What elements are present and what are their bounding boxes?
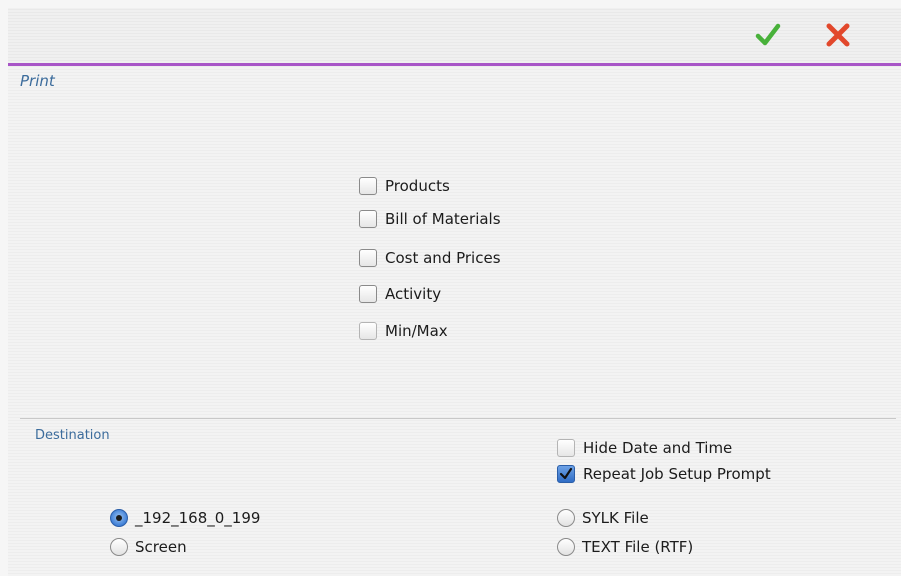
checkbox-label: Min/Max (385, 322, 448, 340)
checkbox-box[interactable] (359, 177, 377, 195)
checkbox-cost-and-prices[interactable]: Cost and Prices (359, 247, 501, 269)
radio-sylk-file[interactable]: SYLK File (557, 507, 649, 529)
checkbox-repeat-job-setup-prompt[interactable]: Repeat Job Setup Prompt (557, 463, 771, 485)
checkbox-label: Products (385, 177, 450, 195)
print-section-title: Print (20, 72, 55, 90)
checkbox-box[interactable] (557, 439, 575, 457)
checkbox-box[interactable] (359, 249, 377, 267)
radio-button-selected[interactable] (110, 509, 128, 527)
checkbox-bill-of-materials[interactable]: Bill of Materials (359, 208, 501, 230)
checkbox-label: Bill of Materials (385, 210, 501, 228)
checkbox-box[interactable] (359, 285, 377, 303)
checkbox-products[interactable]: Products (359, 175, 450, 197)
checkbox-min-max[interactable]: Min/Max (359, 320, 448, 342)
cancel-button[interactable] (820, 18, 856, 52)
checkbox-hide-date-and-time[interactable]: Hide Date and Time (557, 437, 732, 459)
checkbox-label: Hide Date and Time (583, 439, 733, 457)
checkmark-icon (559, 467, 573, 480)
radio-dot (116, 515, 122, 521)
ok-button[interactable] (750, 18, 786, 52)
print-dialog: Print Products Bill of Materials Cost an… (8, 8, 901, 576)
radio-label: SYLK File (582, 509, 649, 527)
radio-label: Screen (135, 538, 187, 556)
checkbox-box-checked[interactable] (557, 465, 575, 483)
checkbox-label: Cost and Prices (385, 249, 501, 267)
radio-screen[interactable]: Screen (110, 536, 187, 558)
dialog-toolbar (8, 8, 901, 66)
x-close-icon (826, 23, 850, 47)
radio-text-file-rtf[interactable]: TEXT File (RTF) (557, 536, 693, 558)
checkmark-icon (755, 23, 781, 46)
section-divider (20, 418, 896, 419)
checkbox-box[interactable] (359, 210, 377, 228)
radio-button[interactable] (557, 509, 575, 527)
radio-button[interactable] (557, 538, 575, 556)
radio-label: _192_168_0_199 (135, 509, 261, 527)
checkbox-activity[interactable]: Activity (359, 283, 441, 305)
radio-label: TEXT File (RTF) (582, 538, 694, 556)
radio-button[interactable] (110, 538, 128, 556)
radio-printer-192-168-0-199[interactable]: _192_168_0_199 (110, 507, 260, 529)
checkbox-label: Activity (385, 285, 442, 303)
checkbox-box[interactable] (359, 322, 377, 340)
checkbox-label: Repeat Job Setup Prompt (583, 465, 771, 483)
destination-section-title: Destination (35, 428, 110, 443)
